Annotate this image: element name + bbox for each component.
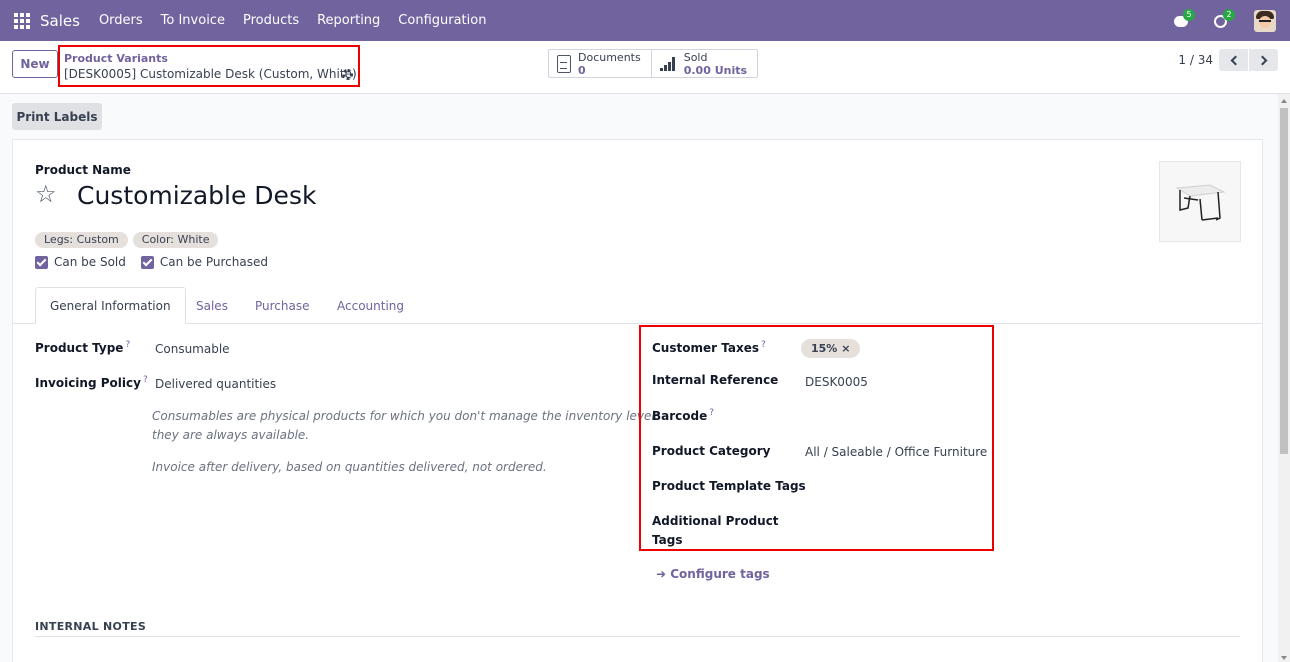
- product-name-label: Product Name: [35, 163, 131, 177]
- activities-badge: 2: [1223, 8, 1235, 21]
- documents-value: 0: [578, 63, 586, 77]
- pager-previous-button[interactable]: [1219, 49, 1248, 71]
- menu-reporting[interactable]: Reporting: [317, 13, 380, 28]
- menu-products[interactable]: Products: [243, 13, 299, 28]
- sold-label: Sold: [683, 50, 708, 64]
- documents-label: Documents: [578, 50, 641, 64]
- can-be-sold-label: Can be Sold: [54, 255, 126, 269]
- menu-orders[interactable]: Orders: [99, 13, 143, 28]
- breadcrumb-parent-link[interactable]: Product Variants: [64, 52, 168, 65]
- product-type-select[interactable]: Consumable: [155, 342, 230, 356]
- print-labels-button[interactable]: Print Labels: [12, 103, 102, 130]
- additional-product-tags-label: Additional Product Tags: [652, 514, 779, 547]
- product-template-tags-label: Product Template Tags: [652, 479, 806, 493]
- attribute-tag-color: Color: White: [132, 232, 219, 248]
- tax-tag[interactable]: 15% ×: [801, 339, 861, 358]
- tab-general-information[interactable]: General Information: [35, 287, 186, 324]
- activities-button[interactable]: 2: [1214, 8, 1235, 30]
- documents-button[interactable]: Documents 0: [549, 50, 651, 77]
- scrollbar[interactable]: [1278, 94, 1290, 662]
- invoice-policy-help: Invoice after delivery, based on quantit…: [152, 460, 547, 474]
- desk-image-icon: [1175, 184, 1226, 221]
- scroll-up-icon[interactable]: [1281, 99, 1287, 103]
- product-category-label: Product Category: [652, 444, 771, 458]
- attribute-tag-legs: Legs: Custom: [35, 232, 128, 248]
- signal-icon: [659, 56, 678, 71]
- chevron-left-icon: [1230, 55, 1240, 65]
- can-be-purchased-label: Can be Purchased: [159, 255, 268, 269]
- scroll-down-icon[interactable]: [1281, 656, 1287, 660]
- sold-button[interactable]: Sold 0.00 Units: [650, 50, 757, 77]
- product-category-input[interactable]: All / Saleable / Office Furniture: [805, 445, 987, 459]
- pager-next-button[interactable]: [1249, 49, 1278, 71]
- remove-tag-icon[interactable]: ×: [841, 342, 850, 355]
- breadcrumb: Product Variants [DESK0005] Customizable…: [58, 45, 360, 87]
- product-image[interactable]: [1159, 161, 1241, 242]
- breadcrumb-current: [DESK0005] Customizable Desk (Custom, Wh…: [64, 67, 357, 81]
- customer-taxes-label: Customer Taxes?: [652, 340, 766, 355]
- product-name-input[interactable]: Customizable Desk: [77, 181, 316, 210]
- apps-icon[interactable]: [14, 12, 30, 29]
- barcode-label: Barcode?: [652, 408, 715, 423]
- pager-value[interactable]: 1 / 34: [1178, 53, 1213, 67]
- invoicing-policy-select[interactable]: Delivered quantities: [155, 377, 276, 391]
- can-be-purchased-checkbox[interactable]: [140, 255, 154, 269]
- form-sheet: Product Name ☆ Customizable Desk Legs: C…: [12, 139, 1263, 662]
- section-divider: [35, 636, 1240, 637]
- consumable-help: Consumables are physical products for wh…: [152, 409, 659, 442]
- tab-accounting[interactable]: Accounting: [337, 287, 404, 324]
- chevron-right-icon: [1257, 55, 1267, 65]
- new-button[interactable]: New: [12, 50, 58, 78]
- arrow-right-icon: ➜: [656, 567, 667, 581]
- smart-buttons: Documents 0 Sold 0.00 Units: [548, 49, 759, 78]
- messages-button[interactable]: 5: [1174, 8, 1195, 30]
- control-panel: New Product Variants [DESK0005] Customiz…: [0, 41, 1290, 94]
- messages-badge: 5: [1183, 8, 1195, 21]
- menu-configuration[interactable]: Configuration: [398, 13, 486, 28]
- tab-sales[interactable]: Sales: [196, 287, 228, 324]
- internal-reference-label: Internal Reference: [652, 373, 779, 387]
- configure-tags-link[interactable]: ➜ Configure tags: [656, 567, 770, 581]
- invoicing-policy-label: Invoicing Policy?: [35, 375, 148, 390]
- product-type-label: Product Type?: [35, 340, 131, 355]
- can-be-sold-checkbox[interactable]: [35, 255, 48, 269]
- notebook-tabs: General Information Sales Purchase Accou…: [13, 287, 1262, 324]
- gear-icon[interactable]: [342, 69, 353, 80]
- top-navbar: Sales Orders To Invoice Products Reporti…: [0, 0, 1290, 41]
- tab-purchase[interactable]: Purchase: [255, 287, 310, 324]
- sold-value: 0.00 Units: [683, 63, 748, 77]
- attribute-tags: Legs: Custom Color: White: [35, 232, 219, 248]
- star-icon[interactable]: ☆: [35, 182, 57, 206]
- internal-reference-input[interactable]: DESK0005: [805, 375, 868, 389]
- app-name[interactable]: Sales: [40, 12, 80, 30]
- checkbox-row: Can be Sold Can be Purchased: [35, 255, 283, 269]
- user-avatar[interactable]: [1254, 9, 1276, 32]
- menu-to-invoice[interactable]: To Invoice: [161, 13, 225, 28]
- internal-notes-title: INTERNAL NOTES: [35, 620, 147, 633]
- scroll-thumb[interactable]: [1280, 108, 1288, 454]
- document-icon: [557, 54, 571, 73]
